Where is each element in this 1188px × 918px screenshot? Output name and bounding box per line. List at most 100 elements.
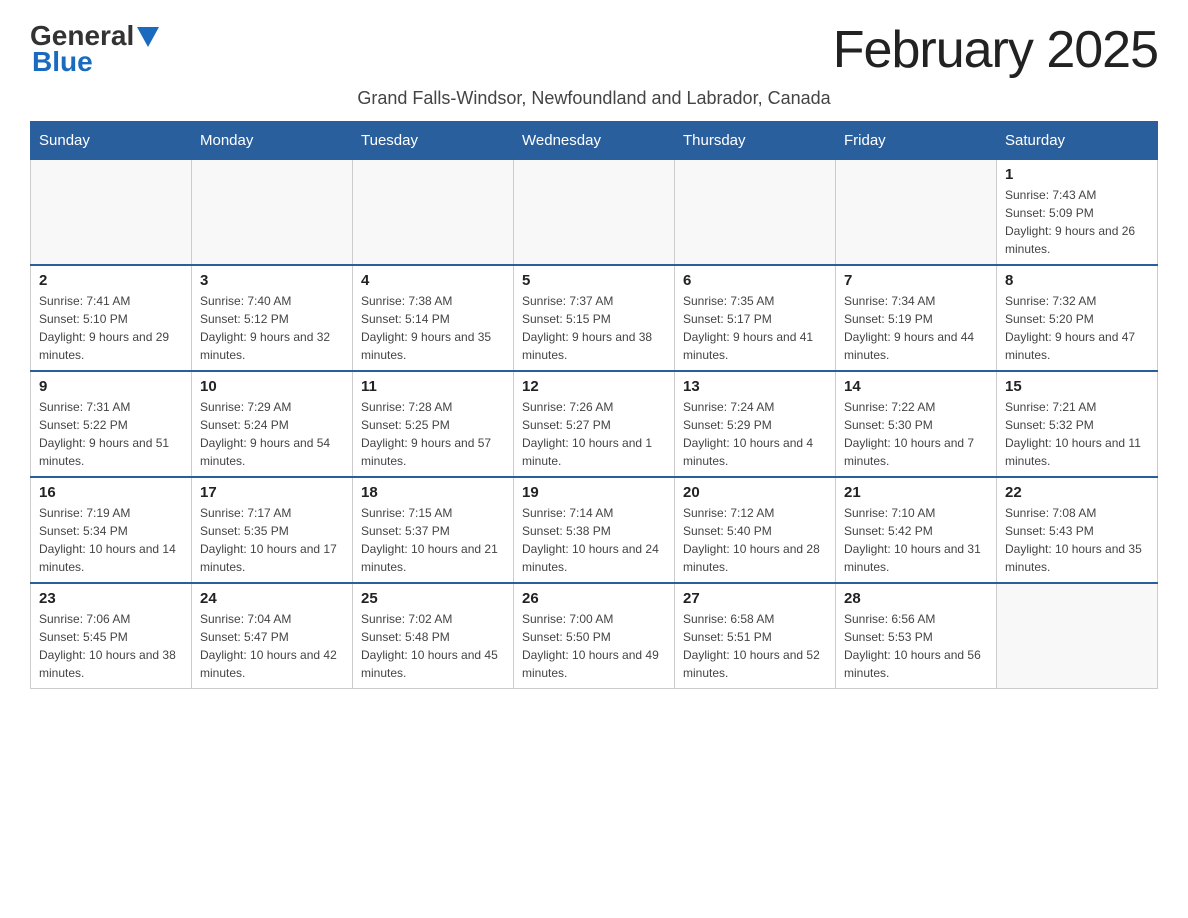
calendar-day: 11 Sunrise: 7:28 AM Sunset: 5:25 PM Dayli…: [353, 371, 514, 477]
calendar-day: 4 Sunrise: 7:38 AM Sunset: 5:14 PM Daylig…: [353, 265, 514, 371]
calendar-day: 23 Sunrise: 7:06 AM Sunset: 5:45 PM Dayli…: [31, 583, 192, 689]
day-number: 18: [361, 484, 505, 501]
day-number: 21: [844, 484, 988, 501]
day-info: Sunrise: 7:29 AM Sunset: 5:24 PM Dayligh…: [200, 398, 344, 470]
day-number: 22: [1005, 484, 1149, 501]
day-info: Sunrise: 7:10 AM Sunset: 5:42 PM Dayligh…: [844, 504, 988, 576]
day-number: 14: [844, 378, 988, 395]
day-info: Sunrise: 7:43 AM Sunset: 5:09 PM Dayligh…: [1005, 186, 1149, 258]
day-number: 2: [39, 272, 183, 289]
day-info: Sunrise: 6:58 AM Sunset: 5:51 PM Dayligh…: [683, 610, 827, 682]
day-number: 4: [361, 272, 505, 289]
calendar-day: 26Sunrise: 7:00 AM Sunset: 5:50 PM Dayli…: [514, 583, 675, 689]
calendar-week-row: 9 Sunrise: 7:31 AM Sunset: 5:22 PM Daylig…: [31, 371, 1158, 477]
calendar-day: 8 Sunrise: 7:32 AM Sunset: 5:20 PM Daylig…: [997, 265, 1158, 371]
day-number: 28: [844, 590, 988, 607]
day-number: 6: [683, 272, 827, 289]
day-number: 24: [200, 590, 344, 607]
day-info: Sunrise: 7:06 AM Sunset: 5:45 PM Dayligh…: [39, 610, 183, 682]
calendar-week-row: 2Sunrise: 7:41 AM Sunset: 5:10 PM Daylig…: [31, 265, 1158, 371]
calendar-day: [675, 160, 836, 266]
day-info: Sunrise: 7:28 AM Sunset: 5:25 PM Dayligh…: [361, 398, 505, 470]
day-info: Sunrise: 7:32 AM Sunset: 5:20 PM Dayligh…: [1005, 292, 1149, 364]
calendar-day: 20 Sunrise: 7:12 AM Sunset: 5:40 PM Dayli…: [675, 477, 836, 583]
calendar-week-row: 16 Sunrise: 7:19 AM Sunset: 5:34 PM Dayli…: [31, 477, 1158, 583]
day-number: 20: [683, 484, 827, 501]
day-info: Sunrise: 7:26 AM Sunset: 5:27 PM Dayligh…: [522, 398, 666, 470]
header: General Blue February 2025: [30, 20, 1158, 80]
day-info: Sunrise: 7:19 AM Sunset: 5:34 PM Dayligh…: [39, 504, 183, 576]
day-header-thursday: Thursday: [675, 122, 836, 160]
subtitle: Grand Falls-Windsor, Newfoundland and La…: [30, 88, 1158, 109]
day-info: Sunrise: 7:14 AM Sunset: 5:38 PM Dayligh…: [522, 504, 666, 576]
calendar-day: 6 Sunrise: 7:35 AM Sunset: 5:17 PM Daylig…: [675, 265, 836, 371]
calendar-day: 7Sunrise: 7:34 AM Sunset: 5:19 PM Daylig…: [836, 265, 997, 371]
day-info: Sunrise: 7:31 AM Sunset: 5:22 PM Dayligh…: [39, 398, 183, 470]
calendar-day: 1 Sunrise: 7:43 AM Sunset: 5:09 PM Daylig…: [997, 160, 1158, 266]
day-number: 25: [361, 590, 505, 607]
day-info: Sunrise: 7:38 AM Sunset: 5:14 PM Dayligh…: [361, 292, 505, 364]
calendar-day: 12 Sunrise: 7:26 AM Sunset: 5:27 PM Dayli…: [514, 371, 675, 477]
day-info: Sunrise: 7:40 AM Sunset: 5:12 PM Dayligh…: [200, 292, 344, 364]
day-number: 3: [200, 272, 344, 289]
calendar-day: 16 Sunrise: 7:19 AM Sunset: 5:34 PM Dayli…: [31, 477, 192, 583]
day-number: 10: [200, 378, 344, 395]
day-number: 12: [522, 378, 666, 395]
day-number: 15: [1005, 378, 1149, 395]
calendar-day: [836, 160, 997, 266]
calendar-day: 22 Sunrise: 7:08 AM Sunset: 5:43 PM Dayli…: [997, 477, 1158, 583]
calendar-day: 24 Sunrise: 7:04 AM Sunset: 5:47 PM Dayli…: [192, 583, 353, 689]
day-number: 7: [844, 272, 988, 289]
day-info: Sunrise: 7:21 AM Sunset: 5:32 PM Dayligh…: [1005, 398, 1149, 470]
day-number: 23: [39, 590, 183, 607]
day-info: Sunrise: 7:02 AM Sunset: 5:48 PM Dayligh…: [361, 610, 505, 682]
day-info: Sunrise: 7:35 AM Sunset: 5:17 PM Dayligh…: [683, 292, 827, 364]
title-area: February 2025: [833, 20, 1158, 80]
day-number: 27: [683, 590, 827, 607]
calendar-day: 18Sunrise: 7:15 AM Sunset: 5:37 PM Dayli…: [353, 477, 514, 583]
day-number: 9: [39, 378, 183, 395]
day-number: 13: [683, 378, 827, 395]
calendar-week-row: 1 Sunrise: 7:43 AM Sunset: 5:09 PM Daylig…: [31, 160, 1158, 266]
calendar-day: 14Sunrise: 7:22 AM Sunset: 5:30 PM Dayli…: [836, 371, 997, 477]
day-number: 16: [39, 484, 183, 501]
calendar-day: [192, 160, 353, 266]
calendar-day: [997, 583, 1158, 689]
day-info: Sunrise: 7:12 AM Sunset: 5:40 PM Dayligh…: [683, 504, 827, 576]
day-number: 1: [1005, 166, 1149, 183]
calendar-day: 2Sunrise: 7:41 AM Sunset: 5:10 PM Daylig…: [31, 265, 192, 371]
calendar-day: [353, 160, 514, 266]
calendar-day: 28 Sunrise: 6:56 AM Sunset: 5:53 PM Dayli…: [836, 583, 997, 689]
calendar-day: 25 Sunrise: 7:02 AM Sunset: 5:48 PM Dayli…: [353, 583, 514, 689]
day-info: Sunrise: 7:08 AM Sunset: 5:43 PM Dayligh…: [1005, 504, 1149, 576]
logo-triangle-icon: [137, 27, 159, 47]
day-info: Sunrise: 7:24 AM Sunset: 5:29 PM Dayligh…: [683, 398, 827, 470]
day-header-monday: Monday: [192, 122, 353, 160]
day-info: Sunrise: 7:04 AM Sunset: 5:47 PM Dayligh…: [200, 610, 344, 682]
day-header-sunday: Sunday: [31, 122, 192, 160]
day-header-wednesday: Wednesday: [514, 122, 675, 160]
calendar-day: 5 Sunrise: 7:37 AM Sunset: 5:15 PM Daylig…: [514, 265, 675, 371]
calendar-day: 10 Sunrise: 7:29 AM Sunset: 5:24 PM Dayli…: [192, 371, 353, 477]
day-number: 17: [200, 484, 344, 501]
calendar-header-row: SundayMondayTuesdayWednesdayThursdayFrid…: [31, 122, 1158, 160]
day-header-friday: Friday: [836, 122, 997, 160]
calendar-day: 21 Sunrise: 7:10 AM Sunset: 5:42 PM Dayli…: [836, 477, 997, 583]
logo: General Blue: [30, 20, 159, 78]
page-title: February 2025: [833, 20, 1158, 80]
day-info: Sunrise: 6:56 AM Sunset: 5:53 PM Dayligh…: [844, 610, 988, 682]
day-header-tuesday: Tuesday: [353, 122, 514, 160]
day-number: 8: [1005, 272, 1149, 289]
logo-blue-text: Blue: [30, 46, 93, 78]
calendar-day: 15 Sunrise: 7:21 AM Sunset: 5:32 PM Dayli…: [997, 371, 1158, 477]
day-number: 26: [522, 590, 666, 607]
day-number: 11: [361, 378, 505, 395]
calendar-day: 3 Sunrise: 7:40 AM Sunset: 5:12 PM Daylig…: [192, 265, 353, 371]
calendar-day: [31, 160, 192, 266]
day-number: 19: [522, 484, 666, 501]
calendar-day: 17Sunrise: 7:17 AM Sunset: 5:35 PM Dayli…: [192, 477, 353, 583]
calendar-week-row: 23 Sunrise: 7:06 AM Sunset: 5:45 PM Dayli…: [31, 583, 1158, 689]
calendar-day: 19 Sunrise: 7:14 AM Sunset: 5:38 PM Dayli…: [514, 477, 675, 583]
day-number: 5: [522, 272, 666, 289]
day-info: Sunrise: 7:37 AM Sunset: 5:15 PM Dayligh…: [522, 292, 666, 364]
